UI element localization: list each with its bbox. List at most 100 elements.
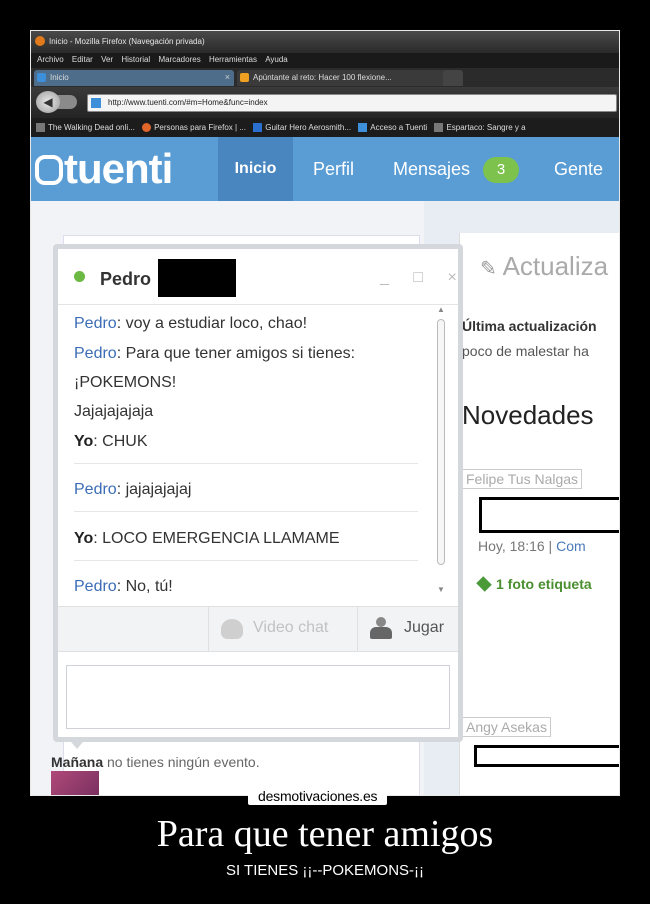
firefox-icon	[35, 36, 45, 46]
tab-label: Apúntante al reto: Hacer 100 flexione...	[253, 73, 392, 82]
poster-subtitle: SI TIENES ¡¡--POKEMONS-¡¡	[225, 862, 425, 879]
chat-message: Yo: CHUK	[74, 433, 148, 450]
close-tab-icon[interactable]: ×	[225, 72, 230, 82]
message-divider	[74, 560, 418, 561]
bookmark-label: Guitar Hero Aerosmith...	[265, 123, 352, 132]
menu-ver[interactable]: Ver	[101, 55, 113, 64]
chat-message: Pedro: Para que tener amigos si tienes: …	[74, 345, 356, 391]
bookmark-icon	[36, 123, 45, 133]
url-text: http://www.tuenti.com/#m=Home&func=index	[108, 98, 268, 107]
message-text: No, tú!	[125, 578, 173, 595]
scroll-up-icon[interactable]: ▲	[437, 305, 445, 314]
tuenti-logo[interactable]: tuenti	[35, 148, 173, 190]
tab-reto[interactable]: Apúntante al reto: Hacer 100 flexione...	[237, 70, 461, 86]
news-author-angy[interactable]: Angy Asekas	[462, 717, 551, 737]
chat-message-input[interactable]	[66, 665, 450, 729]
play-game-button[interactable]: Jugar	[358, 607, 458, 651]
bookmark-personas[interactable]: Personas para Firefox | ...	[142, 123, 246, 133]
message-text: LOCO EMERGENCIA LLAMAME	[102, 530, 340, 547]
browser-nav-bar: ◀ http://www.tuenti.com/#m=Home&func=ind…	[31, 87, 619, 118]
news-heading: Novedades	[462, 400, 594, 430]
tuenti-header: tuenti Inicio Perfil Mensajes 3 Gente	[31, 137, 619, 201]
events-text: no tienes ningún evento.	[107, 754, 260, 770]
redacted-surname	[158, 259, 236, 297]
message-sender: Pedro	[74, 481, 117, 498]
menu-archivo[interactable]: Archivo	[37, 55, 64, 64]
status-placeholder: Actualiza	[502, 251, 609, 281]
browser-menu-bar: Archivo Editar Ver Historial Marcadores …	[31, 53, 619, 68]
bookmark-label: Personas para Firefox | ...	[154, 123, 246, 132]
scrollbar-thumb[interactable]	[437, 319, 445, 565]
chat-header: Pedro _ □ ×	[58, 249, 458, 305]
chat-scrollbar[interactable]: ▲ ▼	[436, 305, 446, 599]
news-author-felipe[interactable]: Felipe Tus Nalgas	[462, 469, 583, 489]
nav-perfil[interactable]: Perfil	[313, 137, 354, 201]
message-divider	[74, 511, 418, 512]
bookmark-espartaco[interactable]: Espartaco: Sangre y a	[434, 123, 526, 133]
bookmarks-bar: The Walking Dead onli... Personas para F…	[31, 118, 619, 137]
tuenti-favicon-icon	[37, 73, 46, 82]
window-title: Inicio - Mozilla Firefox (Navegación pri…	[49, 37, 205, 46]
site-watermark: desmotivaciones.es	[248, 787, 388, 805]
message-text: Para que tener amigos si tienes: ¡POKEMO…	[74, 345, 356, 391]
tagged-photo-link[interactable]: 1 foto etiqueta	[476, 576, 592, 592]
message-text: Jajajajajaja	[74, 403, 154, 420]
tab-inicio[interactable]: Inicio ×	[34, 70, 234, 86]
video-chat-button[interactable]: Video chat	[208, 607, 358, 651]
bookmark-acceso-tuenti[interactable]: Acceso a Tuenti	[358, 123, 427, 133]
browser-title-bar: Inicio - Mozilla Firefox (Navegación pri…	[31, 31, 619, 53]
message-sender: Yo	[74, 433, 94, 450]
menu-herramientas[interactable]: Herramientas	[209, 55, 257, 64]
firefox-icon	[142, 123, 152, 133]
message-sender: Pedro	[74, 345, 117, 362]
pencil-icon: ✎	[480, 258, 497, 280]
events-summary: Mañana no tienes ningún evento.	[51, 754, 260, 770]
menu-editar[interactable]: Editar	[72, 55, 93, 64]
back-arrow-icon: ◀	[43, 95, 53, 109]
last-update-text: poco de malestar ha	[462, 343, 589, 359]
bookmark-label: The Walking Dead onli...	[48, 123, 135, 132]
menu-marcadores[interactable]: Marcadores	[158, 55, 200, 64]
message-text: CHUK	[102, 433, 148, 450]
avatar[interactable]	[51, 771, 99, 795]
nav-mensajes[interactable]: Mensajes	[393, 137, 470, 201]
timestamp-text: Hoy, 18:16	[478, 538, 545, 554]
message-divider	[74, 463, 418, 464]
game-pawn-icon	[370, 617, 392, 641]
messages-count-badge: 3	[483, 157, 519, 183]
url-bar[interactable]: http://www.tuenti.com/#m=Home&func=index	[87, 94, 617, 112]
chat-message: Yo: LOCO EMERGENCIA LLAMAME	[74, 530, 340, 547]
online-status-icon	[74, 271, 85, 282]
browser-tab-bar: Inicio × Apúntante al reto: Hacer 100 fl…	[31, 68, 619, 87]
webcam-icon	[221, 619, 243, 639]
bookmark-guitar-hero[interactable]: Guitar Hero Aerosmith...	[253, 123, 352, 133]
forward-button[interactable]	[57, 95, 77, 109]
right-column: ✎ Actualiza Última actualización poco de…	[459, 233, 619, 795]
new-tab-button[interactable]	[443, 70, 463, 86]
bookmark-walking-dead[interactable]: The Walking Dead onli...	[36, 123, 135, 133]
status-update-field[interactable]: ✎ Actualiza	[480, 251, 608, 282]
back-button[interactable]: ◀	[36, 91, 60, 113]
chat-toolbar: Video chat Jugar	[58, 606, 458, 652]
chat-messages: Pedro: voy a estudiar loco, chao! Pedro:…	[58, 305, 458, 605]
chat-window: Pedro _ □ × Pedro: voy a estudiar loco, …	[53, 244, 463, 742]
chat-message: Pedro: voy a estudiar loco, chao!	[74, 315, 308, 332]
chat-message: Pedro: jajajajajaj	[74, 481, 192, 498]
bookmark-icon	[253, 123, 263, 133]
chat-message: Jajajajajaja	[74, 397, 430, 426]
site-identity-icon	[91, 98, 101, 108]
menu-historial[interactable]: Historial	[121, 55, 150, 64]
nav-gente[interactable]: Gente	[554, 137, 603, 201]
bookmark-label: Espartaco: Sangre y a	[446, 123, 526, 132]
message-sender: Pedro	[74, 578, 117, 595]
poster-title: Para que tener amigos	[156, 813, 494, 855]
play-label: Jugar	[404, 619, 445, 636]
events-day: Mañana	[51, 754, 104, 770]
menu-ayuda[interactable]: Ayuda	[265, 55, 288, 64]
bookmark-icon	[434, 123, 444, 133]
chat-message: Pedro: No, tú!	[74, 578, 173, 595]
chat-window-controls[interactable]: _ □ ×	[380, 269, 467, 287]
comment-link[interactable]: Com	[556, 538, 586, 554]
nav-inicio[interactable]: Inicio	[218, 137, 293, 201]
scroll-down-icon[interactable]: ▼	[437, 585, 445, 594]
